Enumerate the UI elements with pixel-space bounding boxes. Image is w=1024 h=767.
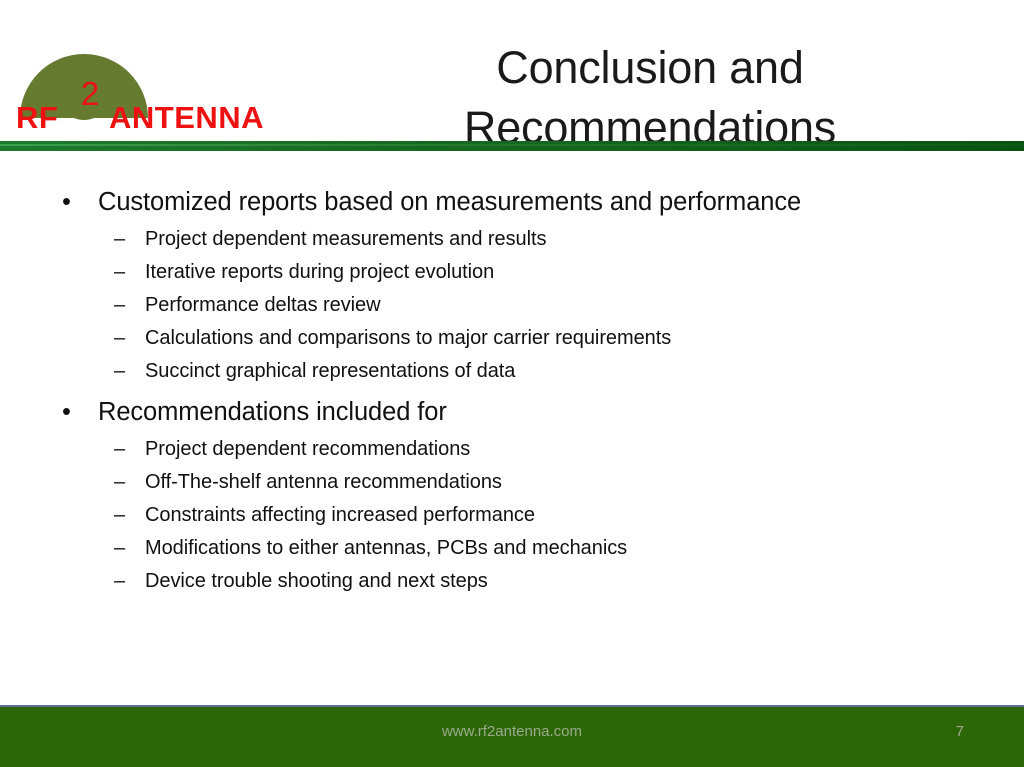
logo-digit-2: 2 (80, 75, 100, 112)
bullet-level2: – Project dependent measurements and res… (52, 223, 972, 256)
bullet-level1: • Customized reports based on measuremen… (52, 182, 972, 223)
bullet-marker-dash: – (114, 294, 126, 316)
bullet-marker-dot: • (62, 188, 71, 216)
bullet-level2: – Device trouble shooting and next steps (52, 565, 972, 598)
presentation-slide: 2 RF ANTENNA Conclusion and Recommendati… (0, 0, 1024, 767)
bullet-marker-dash: – (114, 471, 126, 493)
bullet-level2-text: Project dependent measurements and resul… (145, 228, 547, 250)
bullet-level2-text: Off-The-shelf antenna recommendations (145, 471, 502, 493)
bullet-marker-dash: – (114, 438, 126, 460)
bullet-marker-dash: – (114, 504, 126, 526)
bullet-level2-text: Project dependent recommendations (145, 438, 471, 460)
logo-wordmark: RF ANTENNA (8, 98, 264, 138)
slide-header: 2 RF ANTENNA Conclusion and Recommendati… (0, 0, 1024, 153)
bullet-level1: • Recommendations included for (52, 392, 972, 433)
bullet-level2-text: Constraints affecting increased performa… (145, 504, 535, 526)
bullet-marker-dot: • (62, 398, 71, 426)
header-divider-bar (0, 141, 1024, 151)
bullet-level2: – Off-The-shelf antenna recommendations (52, 466, 972, 499)
bullet-level2: – Iterative reports during project evolu… (52, 256, 972, 289)
bullet-level2: – Calculations and comparisons to major … (52, 322, 972, 355)
divider-highlight (0, 144, 1024, 146)
bullet-marker-dash: – (114, 228, 126, 250)
bullet-level2-text: Iterative reports during project evoluti… (145, 261, 495, 283)
bullet-level2-text: Device trouble shooting and next steps (145, 570, 488, 592)
bullet-level2-text: Modifications to either antennas, PCBs a… (145, 537, 628, 559)
slide-page-number: 7 (955, 723, 964, 740)
bullet-marker-dash: – (114, 360, 126, 382)
bullet-level2: – Performance deltas review (52, 289, 972, 322)
bullet-group-1: • Customized reports based on measuremen… (52, 182, 972, 388)
bullet-level2: – Modifications to either antennas, PCBs… (52, 532, 972, 565)
slide-title-line-1: Conclusion and (496, 42, 804, 94)
logo-text-rf: RF (16, 100, 59, 135)
bullet-level2: – Succinct graphical representations of … (52, 355, 972, 388)
slide-footer: www.rf2antenna.com 7 (0, 705, 1024, 767)
logo-text-antenna: ANTENNA (109, 100, 265, 135)
bullet-level2: – Constraints affecting increased perfor… (52, 499, 972, 532)
bullet-level2-text: Performance deltas review (145, 294, 381, 316)
bullet-marker-dash: – (114, 537, 126, 559)
footer-website-url[interactable]: www.rf2antenna.com (0, 723, 1024, 740)
bullet-group-2: • Recommendations included for – Project… (52, 392, 972, 598)
bullet-level2-text: Calculations and comparisons to major ca… (145, 327, 672, 349)
bullet-marker-dash: – (114, 261, 126, 283)
bullet-marker-dash: – (114, 570, 126, 592)
bullet-marker-dash: – (114, 327, 126, 349)
bullet-level1-text: Customized reports based on measurements… (98, 188, 802, 216)
slide-body: • Customized reports based on measuremen… (52, 182, 972, 598)
bullet-level1-text: Recommendations included for (98, 398, 447, 426)
bullet-level2-text: Succinct graphical representations of da… (145, 360, 516, 382)
bullet-level2: – Project dependent recommendations (52, 433, 972, 466)
company-logo[interactable]: 2 RF ANTENNA (8, 6, 264, 138)
